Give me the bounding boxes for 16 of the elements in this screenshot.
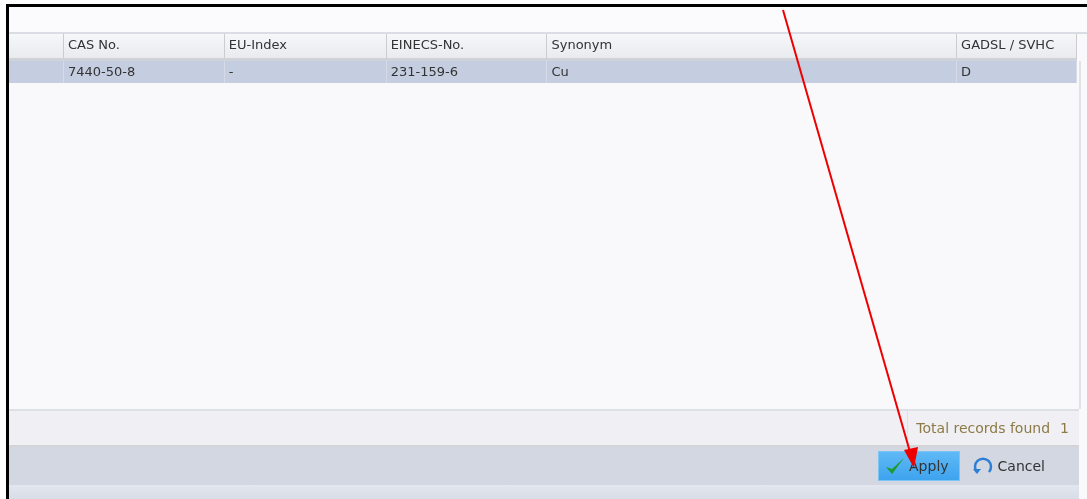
table-cell: D	[957, 61, 1077, 83]
column-header[interactable]: EU-Index	[224, 34, 387, 58]
column-header[interactable]: GADSL / SVHC	[957, 34, 1077, 58]
table-cell: -	[224, 61, 387, 83]
column-header[interactable]: EINECS-No.	[386, 34, 548, 58]
column-header[interactable]: CAS No.	[63, 34, 225, 58]
table-cell: Cu	[547, 61, 958, 83]
table-cell: 7440-50-8	[63, 61, 225, 83]
checkmark-icon	[885, 457, 906, 475]
records-count: 1	[1060, 420, 1069, 436]
records-label: Total records found	[916, 420, 1051, 436]
column-header[interactable]: Synonym	[547, 34, 958, 58]
table-cell: 231-159-6	[386, 61, 548, 83]
apply-button[interactable]: Apply	[878, 451, 960, 481]
cancel-button[interactable]: Cancel	[965, 451, 1055, 481]
table-row[interactable]: 7440-50-8 - 231-159-6 Cu D	[9, 61, 1077, 83]
